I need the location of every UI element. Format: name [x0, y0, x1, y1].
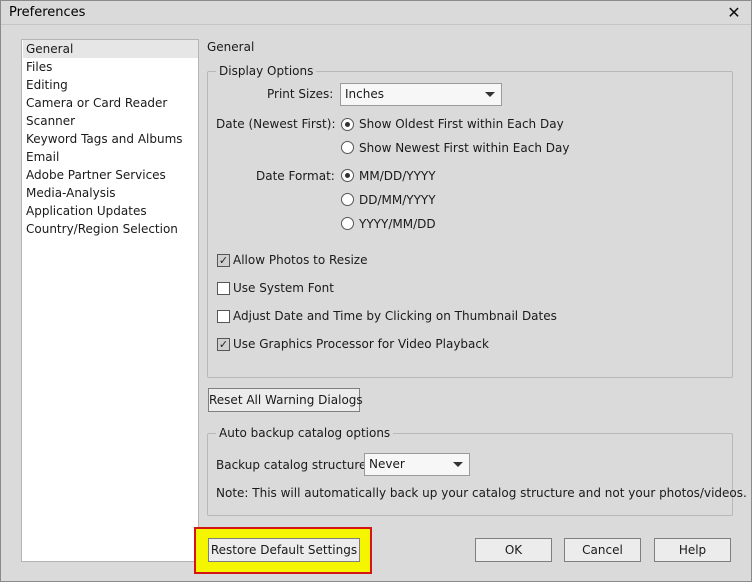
checkbox-system-font-label: Use System Font [233, 281, 334, 295]
radio-dd-mm-yyyy[interactable] [341, 193, 354, 206]
radio-oldest-first[interactable] [341, 118, 354, 131]
sidebar-item-media-analysis[interactable]: Media-Analysis [23, 184, 198, 202]
checkbox-adjust-date-label: Adjust Date and Time by Clicking on Thum… [233, 309, 557, 323]
backup-note: Note: This will automatically back up yo… [216, 486, 747, 500]
sidebar-item-files[interactable]: Files [23, 58, 198, 76]
checkbox-allow-resize[interactable]: ✓ [217, 254, 230, 267]
checkmark-icon: ✓ [218, 338, 229, 351]
print-sizes-dropdown[interactable]: Inches [340, 83, 502, 106]
radio-oldest-first-label: Show Oldest First within Each Day [359, 117, 564, 131]
chevron-down-icon [485, 92, 495, 97]
radio-newest-first[interactable] [341, 141, 354, 154]
backup-structure-label: Backup catalog structure [216, 458, 367, 472]
date-format-label: Date Format: [256, 169, 335, 183]
title-bar: Preferences ✕ [1, 1, 751, 25]
preferences-window: Preferences ✕ General Files Editing Came… [0, 0, 752, 582]
sidebar-item-general[interactable]: General [23, 40, 198, 58]
auto-backup-legend: Auto backup catalog options [216, 426, 394, 440]
sidebar-item-camera-card-reader[interactable]: Camera or Card Reader [23, 94, 198, 112]
help-button[interactable]: Help [654, 538, 731, 562]
display-options-group: Display Options Print Sizes: Inches Date… [207, 64, 733, 378]
sidebar-item-keyword-tags[interactable]: Keyword Tags and Albums [23, 130, 198, 148]
radio-yyyy-mm-dd[interactable] [341, 217, 354, 230]
checkmark-icon: ✓ [218, 254, 229, 267]
chevron-down-icon [453, 462, 463, 467]
cancel-button[interactable]: Cancel [564, 538, 641, 562]
checkbox-allow-resize-label: Allow Photos to Resize [233, 253, 368, 267]
sidebar-item-scanner[interactable]: Scanner [23, 112, 198, 130]
sidebar-item-country-region[interactable]: Country/Region Selection [23, 220, 198, 238]
radio-yyyy-mm-dd-label: YYYY/MM/DD [359, 217, 436, 231]
radio-dd-mm-yyyy-label: DD/MM/YYYY [359, 193, 436, 207]
reset-warning-dialogs-button[interactable]: Reset All Warning Dialogs [208, 388, 363, 412]
sidebar-item-adobe-partner-services[interactable]: Adobe Partner Services [23, 166, 198, 184]
restore-defaults-button[interactable]: Restore Default Settings [208, 538, 360, 562]
print-sizes-value: Inches [345, 87, 384, 101]
radio-newest-first-label: Show Newest First within Each Day [359, 141, 570, 155]
close-icon[interactable]: ✕ [723, 2, 745, 24]
date-order-label: Date (Newest First): [216, 117, 336, 131]
checkbox-gpu-playback[interactable]: ✓ [217, 338, 230, 351]
radio-mm-dd-yyyy-label: MM/DD/YYYY [359, 169, 436, 183]
auto-backup-group: Auto backup catalog options Backup catal… [207, 426, 747, 516]
sidebar-item-editing[interactable]: Editing [23, 76, 198, 94]
category-list: General Files Editing Camera or Card Rea… [21, 39, 199, 562]
checkbox-adjust-date[interactable] [217, 310, 230, 323]
display-options-legend: Display Options [216, 64, 317, 78]
backup-structure-value: Never [369, 457, 405, 471]
print-sizes-label: Print Sizes: [267, 87, 334, 101]
window-title: Preferences [9, 5, 86, 20]
page-title: General [207, 40, 255, 54]
backup-structure-dropdown[interactable]: Never [364, 453, 470, 476]
sidebar-item-application-updates[interactable]: Application Updates [23, 202, 198, 220]
radio-mm-dd-yyyy[interactable] [341, 169, 354, 182]
checkbox-gpu-playback-label: Use Graphics Processor for Video Playbac… [233, 337, 489, 351]
checkbox-system-font[interactable] [217, 282, 230, 295]
ok-button[interactable]: OK [475, 538, 552, 562]
sidebar-item-email[interactable]: Email [23, 148, 198, 166]
